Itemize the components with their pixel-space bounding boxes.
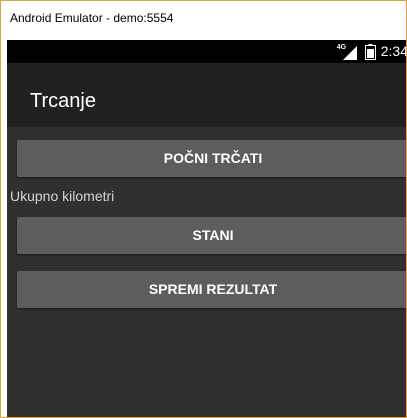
- status-bar: 4G 2:34: [7, 40, 407, 63]
- app-title: Trcanje: [30, 90, 96, 112]
- cellular-signal-icon: 4G: [337, 44, 357, 60]
- stop-button-label: STANI: [192, 227, 234, 243]
- battery-icon: [364, 43, 376, 60]
- emulator-window: Android Emulator - demo:5554 4G 2:34 Trc…: [0, 0, 407, 418]
- save-result-button[interactable]: SPREMI REZULTAT: [17, 271, 406, 308]
- start-running-button-label: POČNI TRČATI: [163, 150, 263, 166]
- status-icons: 4G 2:34: [337, 43, 407, 60]
- stop-button[interactable]: STANI: [17, 217, 406, 254]
- status-clock: 2:34: [380, 43, 407, 59]
- total-km-label: Ukupno kilometri: [10, 188, 115, 204]
- start-running-button[interactable]: POČNI TRČATI: [17, 140, 406, 177]
- window-title: Android Emulator - demo:5554: [10, 11, 174, 25]
- save-result-button-label: SPREMI REZULTAT: [148, 281, 278, 297]
- app-bar: Trcanje: [7, 63, 406, 127]
- device-screen: 4G 2:34 Trcanje POČNI TRČATI Ukupno kilo…: [7, 40, 407, 417]
- window-titlebar[interactable]: Android Emulator - demo:5554: [1, 1, 406, 39]
